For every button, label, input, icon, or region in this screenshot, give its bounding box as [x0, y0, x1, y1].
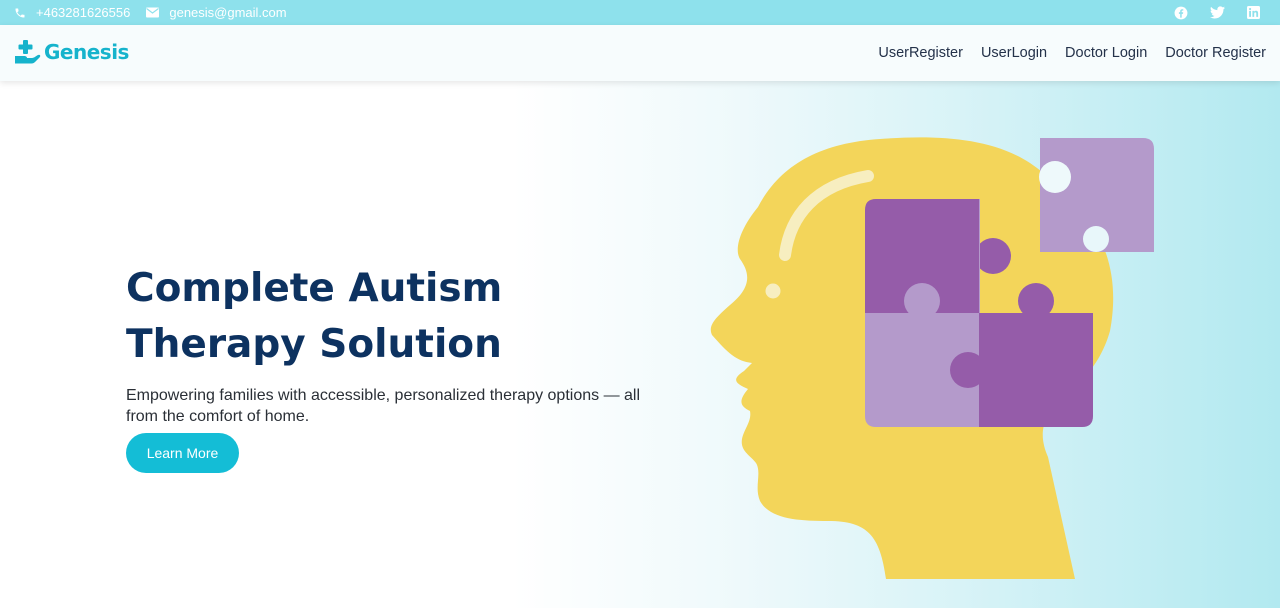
nav-doctor-login[interactable]: Doctor Login: [1065, 45, 1147, 61]
hero-subtitle: Empowering families with accessible, per…: [126, 387, 641, 425]
brand-name: Genesis: [44, 40, 129, 64]
twitter-icon[interactable]: [1210, 6, 1225, 19]
social-links: [1152, 0, 1260, 25]
hero-title: Complete Autism Therapy Solution: [126, 261, 546, 373]
phone-number: +463281626556: [36, 5, 131, 20]
phone-contact[interactable]: +463281626556: [14, 5, 130, 20]
learn-more-button[interactable]: Learn More: [126, 433, 239, 473]
contact-info: +463281626556 genesis@gmail.com: [14, 0, 303, 25]
email-contact[interactable]: genesis@gmail.com: [146, 5, 287, 20]
nav-user-login[interactable]: UserLogin: [981, 45, 1047, 61]
hero-section: Complete Autism Therapy Solution Empower…: [0, 81, 1280, 608]
plus-hand-icon: [15, 40, 41, 64]
brand-logo[interactable]: Genesis: [14, 39, 129, 65]
envelope-icon: [146, 7, 160, 18]
nav-doctor-register[interactable]: Doctor Register: [1165, 45, 1266, 61]
nav-user-register[interactable]: UserRegister: [878, 45, 963, 61]
main-navbar: Genesis UserRegister UserLogin Doctor Lo…: [0, 25, 1280, 81]
hero-title-line-2: Therapy Solution: [126, 322, 502, 367]
head-puzzle-illustration: [710, 137, 1154, 579]
email-address: genesis@gmail.com: [169, 5, 287, 20]
phone-icon: [15, 8, 25, 17]
facebook-icon[interactable]: [1174, 6, 1188, 20]
head-highlight-dot: [765, 283, 781, 299]
linkedin-icon[interactable]: [1247, 6, 1260, 19]
nav-menu: UserRegister UserLogin Doctor Login Doct…: [860, 25, 1266, 81]
puzzle-piece-floating: [1039, 138, 1154, 252]
puzzle-piece-top-right: [979, 199, 980, 313]
hero-title-line-1: Complete Autism: [126, 266, 503, 311]
top-contact-bar: +463281626556 genesis@gmail.com: [0, 0, 1280, 25]
